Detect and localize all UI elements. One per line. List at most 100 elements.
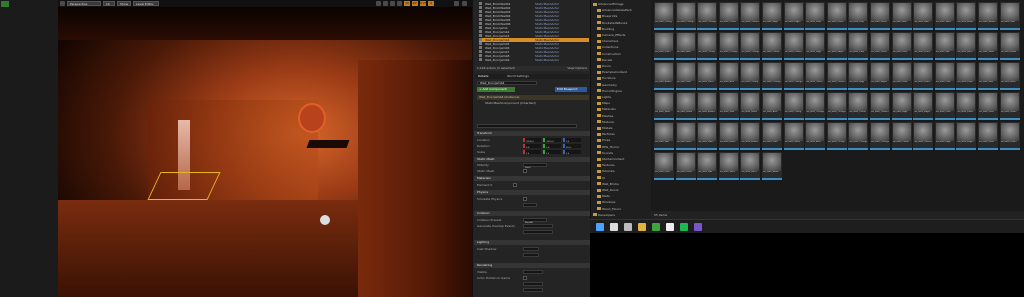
asset-tile[interactable]: SM_Rock_Floor2 [826, 2, 847, 30]
location-z[interactable]: 0.0 [563, 138, 581, 143]
folder-tree-item[interactable]: RPG_Horror [597, 145, 619, 149]
asset-tile[interactable]: SM_Rock_Ceiling [783, 92, 804, 120]
view-options-button[interactable]: View Options [567, 66, 587, 71]
asset-tile[interactable]: SM_Rock_Ceiling [826, 122, 847, 150]
asset-tile[interactable]: SM_Rock_Floor2 [999, 122, 1020, 150]
search-icon[interactable] [610, 223, 618, 231]
asset-tile[interactable]: SM_Rock_Floor [848, 32, 869, 60]
asset-tile[interactable]: SM_Rock_Edge2 [913, 92, 934, 120]
visibility-eye-icon[interactable] [479, 10, 482, 13]
asset-tile[interactable]: SM_Rock_Edge [891, 92, 912, 120]
asset-tile[interactable]: SM_Rock_Corner2 [870, 92, 890, 120]
asset-tile[interactable]: SM_Rock_Corner2 [826, 62, 847, 90]
asset-tile[interactable]: SM_Rock_Wall2 [956, 32, 977, 60]
folder-tree-item[interactable]: Camera_Effects [597, 33, 625, 37]
tab-world-settings[interactable]: World Settings [507, 74, 529, 79]
asset-tile[interactable]: SM_Rock_Arch [675, 32, 696, 60]
mobility-dropdown[interactable]: Static [523, 163, 547, 169]
visibility-eye-icon[interactable] [479, 22, 482, 25]
asset-tile[interactable]: SM_Rock_Wall3 [697, 122, 718, 150]
asset-tile[interactable]: SM_Rock_Beam [718, 122, 739, 150]
folder-tree-item[interactable]: Modular [597, 120, 614, 124]
element0-checkbox[interactable] [513, 183, 517, 187]
asset-tile[interactable]: SM_Rock_Beam [956, 2, 977, 30]
asset-tile[interactable]: SM_Rock_Wall [654, 122, 674, 150]
visibility-eye-icon[interactable] [479, 18, 482, 21]
visibility-eye-icon[interactable] [479, 42, 482, 45]
asset-tile[interactable]: SM_Rock_Ceiling [654, 2, 674, 30]
asset-tile[interactable]: SM_Rock_Ceiling3 [740, 32, 761, 60]
asset-tile[interactable]: SM_Rock_Pillar2 [870, 2, 890, 30]
overlap-field[interactable] [523, 224, 553, 228]
rotation-y[interactable]: 0.0° [543, 144, 561, 149]
component-row-mesh[interactable]: StaticMeshComponent (Inherited) [477, 101, 589, 106]
physics-value-field[interactable] [523, 203, 537, 207]
section-materials[interactable]: Materials [474, 176, 590, 181]
visibility-eye-icon[interactable] [479, 2, 482, 5]
asset-tile[interactable]: SM_Rock_Edge2 [870, 62, 890, 90]
asset-tile[interactable]: SM_Rock_Wall2 [913, 2, 934, 30]
asset-tile[interactable]: SM_Rock_Stair [675, 62, 696, 90]
windows-icon[interactable] [596, 223, 604, 231]
asset-tile[interactable]: SM_Rock_Edge2 [956, 122, 977, 150]
asset-tile[interactable]: SM_Rock_Beam [999, 32, 1020, 60]
folder-tree-item[interactable]: Wall_Bricks [597, 182, 619, 186]
asset-tile[interactable]: SM_Rock_Pillar [978, 92, 998, 120]
asset-tile[interactable]: SM_Rock_Ceiling2 [805, 92, 826, 120]
asset-tile[interactable]: SM_Rock_Edge [805, 32, 826, 60]
asset-tile[interactable]: SM_Rock_Floor [978, 122, 998, 150]
asset-tile[interactable]: SM_Rock_Stair [762, 122, 782, 150]
asset-tile[interactable]: SM_Rock_Ceiling2 [718, 32, 739, 60]
section-rendering[interactable]: Rendering [474, 263, 590, 268]
add-component-button[interactable]: + Add Component [477, 87, 515, 92]
folder-tree-item[interactable]: Decals [597, 58, 612, 62]
asset-tile[interactable]: SM_Rock_Ceiling2 [762, 62, 782, 90]
folder-tree-item[interactable]: Lights [597, 95, 611, 99]
folder-tree-item[interactable]: Meshes [597, 114, 613, 118]
visibility-eye-icon[interactable] [479, 30, 482, 33]
folder-tree-item[interactable]: BookshelfsBooks [597, 21, 627, 25]
asset-tile[interactable]: SM_Rock_Stair2 [697, 62, 718, 90]
asset-tile[interactable]: SM_Rock_Corner [762, 32, 782, 60]
rotate-icon[interactable] [383, 1, 388, 6]
rendering-extra-field-2[interactable] [523, 288, 543, 292]
grid-snap-value[interactable]: 10 [404, 1, 410, 6]
rendering-extra-field[interactable] [523, 282, 543, 286]
asset-tile[interactable]: SM_Rock_Floor2 [956, 92, 977, 120]
collision-extra-field[interactable] [523, 230, 553, 234]
asset-tile[interactable]: SM_Rock_Edge2 [826, 32, 847, 60]
visible-field[interactable] [523, 270, 543, 274]
visibility-eye-icon[interactable] [479, 6, 482, 9]
asset-tile[interactable]: SM_Rock_Corner [718, 2, 739, 30]
asset-tile[interactable]: SM_Rock_Corner2 [913, 122, 934, 150]
folder-tree-item[interactable]: Sounds [597, 151, 613, 155]
simulate-physics-checkbox[interactable] [523, 197, 527, 201]
perspective-button[interactable]: Perspective [67, 1, 101, 6]
folder-tree-item[interactable]: Materials [597, 107, 616, 111]
folder-tree-item[interactable]: HorrorEngine [597, 89, 622, 93]
asset-tile[interactable]: SM_Rock_Wall3 [740, 152, 761, 180]
asset-tile[interactable]: SM_Rock_Wall2 [718, 152, 739, 180]
folder-tree-item[interactable]: Developers [593, 213, 615, 217]
folder-tree-item[interactable]: Tutorials [597, 169, 615, 173]
asset-tile[interactable]: SM_Rock_Floor2 [913, 62, 934, 90]
section-lighting[interactable]: Lighting [474, 240, 590, 245]
folder-tree-item[interactable]: Wood_Floors [597, 207, 621, 211]
asset-tile[interactable]: SM_Rock_Pillar2 [956, 62, 977, 90]
section-static-mesh[interactable]: Static Mesh [474, 157, 590, 162]
visibility-eye-icon[interactable] [479, 46, 482, 49]
visibility-eye-icon[interactable] [479, 58, 482, 61]
level-editor-button[interactable]: Level Editor [133, 1, 159, 6]
lighting-extra-field[interactable] [523, 253, 539, 257]
folder-tree-item[interactable]: Blueprints [597, 14, 617, 18]
asset-tile[interactable]: SM_Rock_Wall [934, 32, 955, 60]
asset-tile[interactable]: SM_Rock_Corner [848, 92, 869, 120]
asset-tile[interactable]: SM_Rock_Stair [999, 2, 1020, 30]
location-x[interactable]: -9935.0 [523, 138, 541, 143]
section-physics[interactable]: Physics [474, 190, 590, 195]
collision-preset-dropdown[interactable]: BlockAll [523, 218, 547, 224]
asset-tile[interactable]: SM_Rock_Edge [762, 2, 782, 30]
asset-tile[interactable]: SM_Rock_Corner2 [783, 32, 804, 60]
static-mesh-checkbox[interactable] [523, 169, 527, 173]
asset-tile[interactable]: SM_Rock_Beam2 [654, 62, 674, 90]
